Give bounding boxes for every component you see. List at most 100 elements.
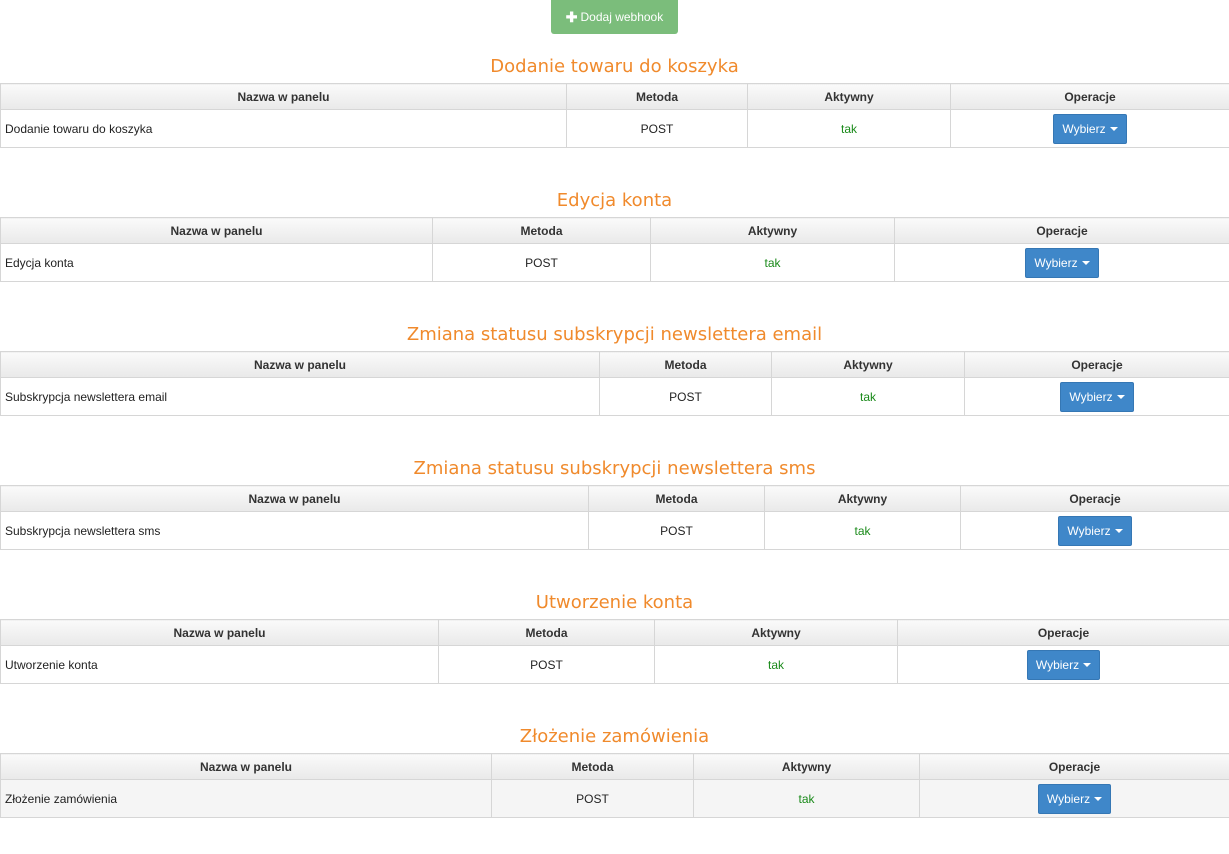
webhook-section: Zmiana statusu subskrypcji newslettera s… <box>0 452 1229 586</box>
column-header-name: Nazwa w panelu <box>1 352 600 378</box>
webhook-table: Nazwa w panelu Metoda Aktywny Operacje D… <box>0 83 1229 148</box>
section-title: Utworzenie konta <box>0 586 1229 620</box>
table-row: Edycja konta POST tak Wybierz <box>1 244 1229 282</box>
table-header-row: Nazwa w panelu Metoda Aktywny Operacje <box>1 620 1229 646</box>
caret-down-icon <box>1083 663 1091 667</box>
column-header-name: Nazwa w panelu <box>1 754 492 780</box>
column-header-method: Metoda <box>600 352 772 378</box>
webhook-active-status: tak <box>772 378 965 416</box>
webhook-section: Dodanie towaru do koszyka Nazwa w panelu… <box>0 50 1229 184</box>
webhook-active-status: tak <box>694 780 920 818</box>
select-dropdown-button[interactable]: Wybierz <box>1025 248 1098 278</box>
table-header-row: Nazwa w panelu Metoda Aktywny Operacje <box>1 84 1229 110</box>
webhook-active-status: tak <box>651 244 895 282</box>
column-header-active: Aktywny <box>772 352 965 378</box>
column-header-operations: Operacje <box>965 352 1229 378</box>
select-button-label: Wybierz <box>1036 658 1079 672</box>
column-header-name: Nazwa w panelu <box>1 486 589 512</box>
webhook-method: POST <box>600 378 772 416</box>
webhook-section: Utworzenie konta Nazwa w panelu Metoda A… <box>0 586 1229 720</box>
section-title: Zmiana statusu subskrypcji newslettera s… <box>0 452 1229 486</box>
webhook-method: POST <box>492 780 694 818</box>
table-header-row: Nazwa w panelu Metoda Aktywny Operacje <box>1 352 1229 378</box>
webhook-name: Dodanie towaru do koszyka <box>1 110 567 148</box>
caret-down-icon <box>1082 261 1090 265</box>
caret-down-icon <box>1110 127 1118 131</box>
select-button-label: Wybierz <box>1062 122 1105 136</box>
operations-cell: Wybierz <box>898 646 1229 684</box>
column-header-method: Metoda <box>492 754 694 780</box>
select-button-label: Wybierz <box>1069 390 1112 404</box>
section-title: Zmiana statusu subskrypcji newslettera e… <box>0 318 1229 352</box>
plus-icon: ✚ <box>566 10 578 24</box>
column-header-method: Metoda <box>433 218 651 244</box>
operations-cell: Wybierz <box>951 110 1229 148</box>
table-row: Subskrypcja newslettera sms POST tak Wyb… <box>1 512 1229 550</box>
column-header-method: Metoda <box>567 84 748 110</box>
caret-down-icon <box>1094 797 1102 801</box>
webhook-name: Utworzenie konta <box>1 646 439 684</box>
select-dropdown-button[interactable]: Wybierz <box>1038 784 1111 814</box>
webhook-active-status: tak <box>765 512 961 550</box>
column-header-operations: Operacje <box>951 84 1229 110</box>
select-button-label: Wybierz <box>1067 524 1110 538</box>
webhook-section: Edycja konta Nazwa w panelu Metoda Aktyw… <box>0 184 1229 318</box>
section-title: Złożenie zamówienia <box>0 720 1229 754</box>
column-header-name: Nazwa w panelu <box>1 84 567 110</box>
webhook-name: Subskrypcja newslettera sms <box>1 512 589 550</box>
table-row: Subskrypcja newslettera email POST tak W… <box>1 378 1229 416</box>
column-header-method: Metoda <box>589 486 765 512</box>
webhook-table: Nazwa w panelu Metoda Aktywny Operacje S… <box>0 351 1229 416</box>
add-webhook-label: Dodaj webhook <box>581 10 664 24</box>
section-title: Edycja konta <box>0 184 1229 218</box>
webhook-section: Złożenie zamówienia Nazwa w panelu Metod… <box>0 720 1229 854</box>
webhook-active-status: tak <box>655 646 898 684</box>
webhook-name: Subskrypcja newslettera email <box>1 378 600 416</box>
operations-cell: Wybierz <box>961 512 1229 550</box>
column-header-active: Aktywny <box>765 486 961 512</box>
column-header-method: Metoda <box>439 620 655 646</box>
table-header-row: Nazwa w panelu Metoda Aktywny Operacje <box>1 218 1229 244</box>
webhook-method: POST <box>439 646 655 684</box>
toolbar: ✚ Dodaj webhook <box>0 0 1229 34</box>
column-header-active: Aktywny <box>694 754 920 780</box>
table-row: Utworzenie konta POST tak Wybierz <box>1 646 1229 684</box>
operations-cell: Wybierz <box>965 378 1229 416</box>
select-dropdown-button[interactable]: Wybierz <box>1027 650 1100 680</box>
column-header-active: Aktywny <box>651 218 895 244</box>
column-header-operations: Operacje <box>961 486 1229 512</box>
select-dropdown-button[interactable]: Wybierz <box>1058 516 1131 546</box>
webhook-table: Nazwa w panelu Metoda Aktywny Operacje S… <box>0 485 1229 550</box>
webhook-method: POST <box>433 244 651 282</box>
webhook-name: Złożenie zamówienia <box>1 780 492 818</box>
caret-down-icon <box>1115 529 1123 533</box>
operations-cell: Wybierz <box>895 244 1229 282</box>
column-header-operations: Operacje <box>920 754 1229 780</box>
column-header-operations: Operacje <box>895 218 1229 244</box>
select-dropdown-button[interactable]: Wybierz <box>1053 114 1126 144</box>
table-header-row: Nazwa w panelu Metoda Aktywny Operacje <box>1 754 1229 780</box>
webhook-table: Nazwa w panelu Metoda Aktywny Operacje E… <box>0 217 1229 282</box>
caret-down-icon <box>1117 395 1125 399</box>
column-header-active: Aktywny <box>748 84 951 110</box>
section-title: Dodanie towaru do koszyka <box>0 50 1229 84</box>
column-header-name: Nazwa w panelu <box>1 620 439 646</box>
select-button-label: Wybierz <box>1047 792 1090 806</box>
webhook-name: Edycja konta <box>1 244 433 282</box>
operations-cell: Wybierz <box>920 780 1229 818</box>
table-header-row: Nazwa w panelu Metoda Aktywny Operacje <box>1 486 1229 512</box>
webhook-section: Zmiana statusu subskrypcji newslettera e… <box>0 318 1229 452</box>
column-header-operations: Operacje <box>898 620 1229 646</box>
select-dropdown-button[interactable]: Wybierz <box>1060 382 1133 412</box>
webhook-method: POST <box>589 512 765 550</box>
add-webhook-button[interactable]: ✚ Dodaj webhook <box>551 0 678 34</box>
webhook-active-status: tak <box>748 110 951 148</box>
table-row: Dodanie towaru do koszyka POST tak Wybie… <box>1 110 1229 148</box>
select-button-label: Wybierz <box>1034 256 1077 270</box>
column-header-active: Aktywny <box>655 620 898 646</box>
webhook-table: Nazwa w panelu Metoda Aktywny Operacje U… <box>0 619 1229 684</box>
webhook-table: Nazwa w panelu Metoda Aktywny Operacje Z… <box>0 753 1229 818</box>
column-header-name: Nazwa w panelu <box>1 218 433 244</box>
webhook-method: POST <box>567 110 748 148</box>
table-row: Złożenie zamówienia POST tak Wybierz <box>1 780 1229 818</box>
